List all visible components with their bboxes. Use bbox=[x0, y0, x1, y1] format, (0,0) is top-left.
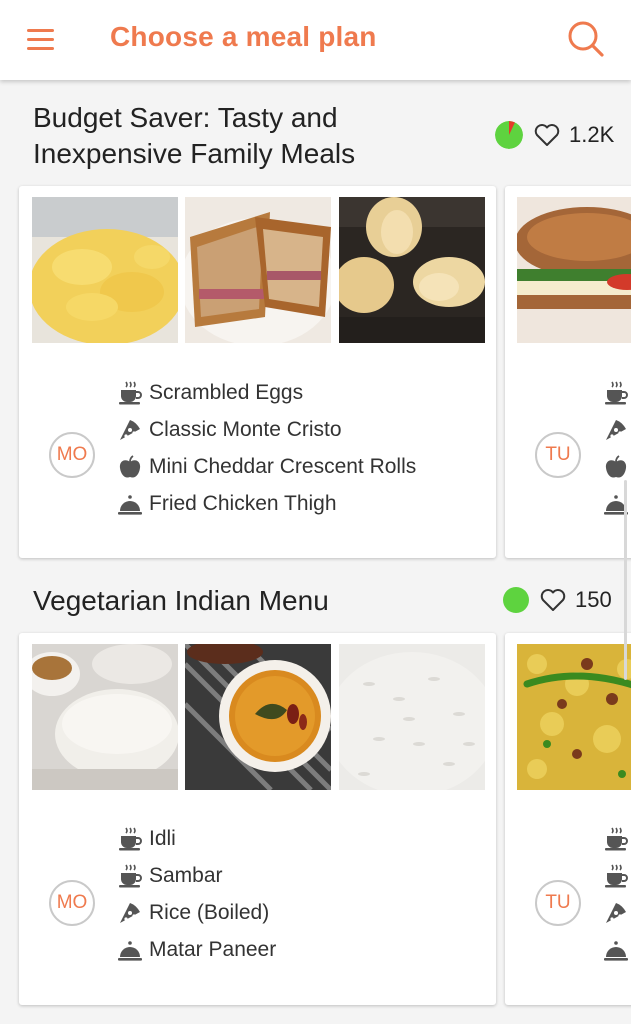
meal-name: Classic Monte Cristo bbox=[149, 418, 342, 441]
plan-title-line-2: Inexpensive Family Meals bbox=[33, 138, 356, 169]
meal-name: Matar Paneer bbox=[149, 938, 277, 961]
like-count: 150 bbox=[575, 587, 612, 612]
meal-photo-monte-cristo bbox=[185, 197, 331, 343]
meal-plan-header[interactable]: Budget Saver: Tasty and Inexpensive Fami… bbox=[0, 80, 631, 185]
meal-photo-crescent-rolls bbox=[339, 197, 485, 343]
like-count: 1.2K bbox=[569, 122, 615, 147]
pizza-slice-icon bbox=[117, 900, 143, 926]
meal-plan-header[interactable]: Vegetarian Indian Menu 150 bbox=[0, 570, 631, 632]
coffee-cup-icon bbox=[117, 380, 143, 406]
day-badge: MO bbox=[49, 432, 95, 478]
day-badge: TU bbox=[535, 880, 581, 926]
meal-name: Idli bbox=[149, 827, 176, 850]
day-badge: MO bbox=[49, 880, 95, 926]
pizza-slice-icon bbox=[603, 900, 629, 926]
meal-photo-idli bbox=[32, 644, 178, 790]
meal-name: Scrambled Eggs bbox=[149, 381, 304, 404]
coffee-cup-icon bbox=[603, 863, 629, 889]
heart-icon[interactable] bbox=[533, 121, 561, 149]
apple-icon bbox=[603, 454, 629, 480]
meal-photo-poha bbox=[517, 644, 631, 790]
cloche-icon bbox=[117, 491, 143, 517]
plan-title: Budget Saver: Tasty and Inexpensive Fami… bbox=[33, 100, 355, 172]
page-title: Choose a meal plan bbox=[110, 21, 377, 52]
day-card-monday[interactable]: MO Scrambled Eggs Classic Monte Cristo M… bbox=[19, 186, 496, 558]
coffee-cup-icon bbox=[117, 863, 143, 889]
meal-item[interactable]: Mini Cheddar Crescent Rolls bbox=[117, 452, 416, 482]
meal-item[interactable]: Idli bbox=[117, 824, 176, 854]
scroll-indicator[interactable] bbox=[624, 480, 627, 680]
menu-button[interactable] bbox=[20, 20, 60, 60]
meal-photo-bagel-sandwich bbox=[517, 197, 631, 343]
coffee-cup-icon bbox=[603, 380, 629, 406]
hamburger-icon bbox=[27, 29, 54, 50]
pizza-slice-icon bbox=[603, 417, 629, 443]
plan-title: Vegetarian Indian Menu bbox=[33, 585, 329, 616]
meal-item[interactable]: Fried Chicken Thigh bbox=[117, 489, 337, 519]
meal-item[interactable]: Rice (Boiled) bbox=[117, 898, 269, 928]
day-card-tuesday[interactable]: TU bbox=[505, 633, 631, 1005]
apple-icon bbox=[117, 454, 143, 480]
meal-photo-sambar bbox=[185, 644, 331, 790]
meal-name: Sambar bbox=[149, 864, 223, 887]
meal-item[interactable]: Scrambled Eggs bbox=[117, 378, 303, 408]
status-dot-icon bbox=[503, 587, 529, 613]
plan-meta: 150 bbox=[503, 586, 612, 614]
app-bar: Choose a meal plan bbox=[0, 0, 631, 80]
meal-item[interactable]: Classic Monte Cristo bbox=[117, 415, 342, 445]
heart-icon[interactable] bbox=[539, 586, 567, 614]
meal-name: Fried Chicken Thigh bbox=[149, 492, 337, 515]
meal-item[interactable]: Sambar bbox=[117, 861, 223, 891]
cloche-icon bbox=[603, 937, 629, 963]
meal-item[interactable]: Matar Paneer bbox=[117, 935, 276, 965]
search-icon bbox=[568, 21, 604, 57]
meal-name: Mini Cheddar Crescent Rolls bbox=[149, 455, 417, 478]
status-pie-icon bbox=[495, 121, 523, 149]
pizza-slice-icon bbox=[117, 417, 143, 443]
meal-photo-scrambled-eggs bbox=[32, 197, 178, 343]
search-button[interactable] bbox=[564, 17, 608, 61]
day-card-tuesday[interactable]: TU bbox=[505, 186, 631, 558]
coffee-cup-icon bbox=[603, 826, 629, 852]
plan-meta: 1.2K bbox=[495, 121, 614, 149]
plan-title-line-1: Budget Saver: Tasty and bbox=[33, 102, 338, 133]
meal-photo-rice bbox=[339, 644, 485, 790]
cloche-icon bbox=[117, 937, 143, 963]
coffee-cup-icon bbox=[117, 826, 143, 852]
day-card-monday[interactable]: MO Idli Sambar Rice (Boiled) Matar Panee… bbox=[19, 633, 496, 1005]
meal-name: Rice (Boiled) bbox=[149, 901, 270, 924]
day-badge: TU bbox=[535, 432, 581, 478]
